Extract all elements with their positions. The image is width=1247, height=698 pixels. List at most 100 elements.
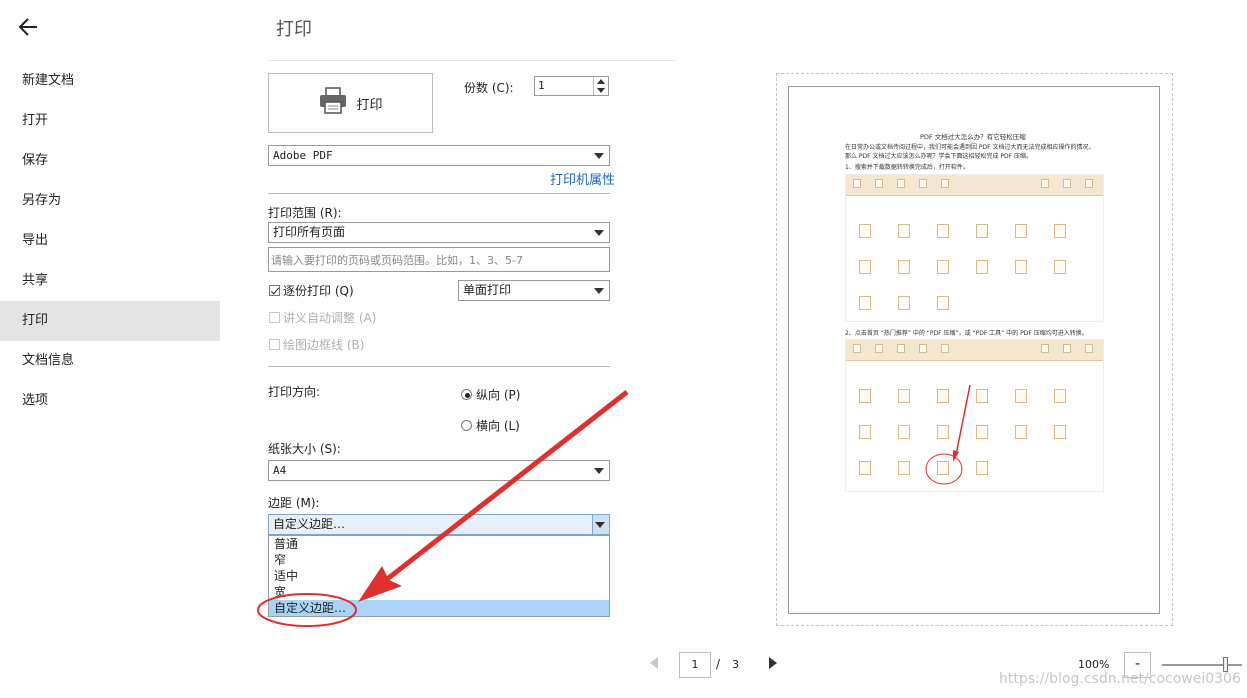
- prev-page-icon[interactable]: [650, 657, 658, 669]
- copies-down-icon[interactable]: [597, 88, 605, 93]
- portrait-label: 纵向 (P): [476, 388, 521, 402]
- print-range-value: 打印所有页面: [273, 225, 346, 239]
- preview-thumb-icon: [859, 224, 871, 238]
- preview-toolbar-icon: [853, 179, 861, 188]
- sidebar-item-5[interactable]: 共享: [0, 261, 220, 301]
- collate-checkbox[interactable]: 逐份打印 (Q): [269, 282, 354, 299]
- preview-thumb-icon: [937, 425, 949, 439]
- portrait-radio[interactable]: 纵向 (P): [461, 386, 520, 403]
- zoom-level: 100%: [1078, 658, 1110, 671]
- preview-thumb-icon: [1054, 389, 1066, 403]
- sidebar-item-7[interactable]: 文档信息: [0, 341, 220, 381]
- copies-value: 1: [538, 79, 545, 92]
- print-range-select[interactable]: 打印所有页面: [268, 222, 610, 243]
- sidebar-item-6[interactable]: 打印: [0, 301, 220, 341]
- landscape-radio[interactable]: 横向 (L): [461, 417, 520, 434]
- copies-up-icon[interactable]: [597, 79, 605, 84]
- margins-option[interactable]: 普通: [269, 536, 609, 552]
- radio-checked-icon: [461, 389, 472, 400]
- margins-option[interactable]: 适中: [269, 568, 609, 584]
- margins-option[interactable]: 窄: [269, 552, 609, 568]
- preview-toolbar-icon: [1041, 179, 1049, 188]
- margins-option[interactable]: 宽: [269, 584, 609, 600]
- preview-thumb-icon: [976, 389, 988, 403]
- preview-toolbar-icon: [941, 344, 949, 353]
- copies-stepper[interactable]: 1: [534, 76, 609, 96]
- zoom-slider-thumb[interactable]: [1223, 657, 1228, 672]
- landscape-label: 横向 (L): [476, 419, 520, 433]
- preview-icon-grid-1: [845, 174, 1104, 322]
- copies-label: 份数 (C):: [464, 81, 514, 95]
- preview-thumb-icon: [1054, 224, 1066, 238]
- print-button[interactable]: 打印: [268, 73, 433, 133]
- preview-thumb-icon: [859, 260, 871, 274]
- print-range-label: 打印范围 (R):: [268, 206, 342, 220]
- preview-toolbar-icon: [875, 344, 883, 353]
- auto-adjust-checkbox[interactable]: 讲义自动调整 (A): [269, 309, 376, 326]
- preview-thumb-icon: [859, 425, 871, 439]
- preview-thumb-icon: [898, 389, 910, 403]
- preview-thumb-icon: [976, 425, 988, 439]
- preview-thumb-icon: [898, 296, 910, 310]
- checkbox-checked-icon: [269, 285, 280, 296]
- draw-border-checkbox[interactable]: 绘图边框线 (B): [269, 336, 364, 353]
- chevron-down-icon: [594, 230, 604, 236]
- preview-thumb-icon: [937, 260, 949, 274]
- preview-thumb-icon: [1054, 260, 1066, 274]
- chevron-down-icon: [594, 153, 604, 159]
- checkbox-icon: [269, 339, 280, 350]
- sidebar-item-4[interactable]: 导出: [0, 221, 220, 261]
- chevron-down-icon: [594, 288, 604, 294]
- sidebar-item-3[interactable]: 另存为: [0, 181, 220, 221]
- chevron-down-icon: [595, 522, 605, 528]
- title-divider: [268, 60, 676, 61]
- divider: [268, 193, 610, 194]
- page-title: 打印: [276, 19, 312, 40]
- page-separator: /: [716, 657, 721, 671]
- page-range-input[interactable]: 请输入要打印的页码或页码范围。比如，1、3、5-7: [268, 247, 610, 272]
- preview-thumb-icon: [976, 260, 988, 274]
- next-page-icon[interactable]: [769, 657, 777, 669]
- margins-label: 边距 (M):: [268, 496, 320, 510]
- preview-thumb-icon: [859, 296, 871, 310]
- preview-thumb-icon: [937, 224, 949, 238]
- preview-thumb-icon: [976, 224, 988, 238]
- preview-toolbar-icon: [897, 344, 905, 353]
- preview-toolbar-icon: [941, 179, 949, 188]
- divider: [268, 366, 610, 367]
- page-number-input[interactable]: 1: [679, 652, 711, 678]
- sidebar-item-8[interactable]: 选项: [0, 381, 220, 421]
- preview-toolbar-icon: [1063, 344, 1071, 353]
- sidebar-item-0[interactable]: 新建文档: [0, 61, 220, 101]
- duplex-select[interactable]: 单面打印: [458, 280, 610, 301]
- preview-toolbar-icon: [919, 344, 927, 353]
- margins-select[interactable]: 自定义边距…: [268, 514, 610, 535]
- orientation-label: 打印方向:: [268, 385, 321, 399]
- preview-doc-title: PDF 文档过大怎么办？有它轻松压缩: [920, 133, 1026, 141]
- preview-toolbar-icon: [875, 179, 883, 188]
- printer-properties-link[interactable]: 打印机属性: [550, 169, 615, 188]
- paper-size-select[interactable]: A4: [268, 460, 610, 481]
- preview-icon-grid-2: [845, 339, 1104, 492]
- back-arrow-icon[interactable]: [16, 14, 42, 40]
- preview-toolbar-icon: [1063, 179, 1071, 188]
- preview-toolbar-icon: [919, 179, 927, 188]
- printer-select[interactable]: Adobe PDF: [268, 145, 610, 166]
- preview-thumb-icon: [1015, 425, 1027, 439]
- preview-thumb-icon: [1015, 260, 1027, 274]
- preview-thumb-icon: [1054, 425, 1066, 439]
- margins-value: 自定义边距…: [273, 517, 346, 531]
- zoom-slider[interactable]: [1162, 664, 1242, 666]
- total-pages: 3: [732, 658, 739, 671]
- preview-para1: 在日常办公或文档传阅过程中，我们可能会遇到因 PDF 文档过大而无法完成相应操作…: [845, 144, 1095, 151]
- preview-toolbar-icon: [897, 179, 905, 188]
- preview-thumb-icon: [976, 461, 988, 475]
- printer-icon: [318, 87, 348, 119]
- sidebar-item-2[interactable]: 保存: [0, 141, 220, 181]
- preview-thumb-icon: [898, 260, 910, 274]
- preview-thumb-icon: [937, 389, 949, 403]
- preview-thumb-icon: [937, 296, 949, 310]
- paper-size-label: 纸张大小 (S):: [268, 442, 341, 456]
- margins-option[interactable]: 自定义边距…: [269, 600, 609, 616]
- sidebar-item-1[interactable]: 打开: [0, 101, 220, 141]
